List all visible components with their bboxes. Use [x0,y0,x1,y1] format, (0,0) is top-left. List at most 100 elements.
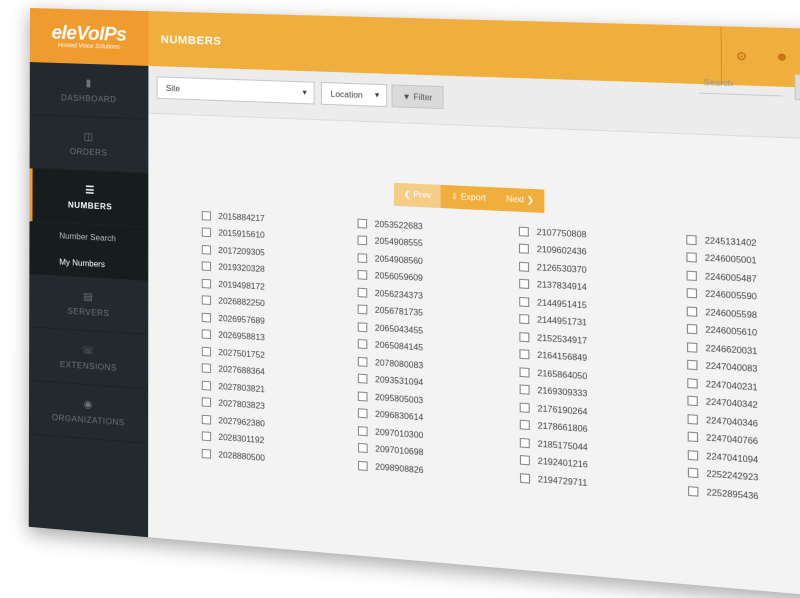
number-checkbox[interactable] [686,253,696,263]
page-title: NUMBERS [161,34,222,48]
number-checkbox[interactable] [357,236,367,246]
number-checkbox[interactable] [358,305,368,315]
number-checkbox[interactable] [202,211,211,221]
number-checkbox[interactable] [519,244,529,254]
number-checkbox[interactable] [202,397,211,407]
number-checkbox[interactable] [519,314,529,324]
number-checkbox[interactable] [358,374,368,384]
number-label: 2252895436 [707,487,759,501]
number-checkbox[interactable] [202,279,211,289]
prev-button[interactable]: ❮ Prev [394,183,441,208]
number-checkbox[interactable] [202,432,211,442]
number-checkbox[interactable] [202,312,211,322]
cart-icon: ◫ [84,131,94,143]
sidebar-item-extensions[interactable]: ☏ EXTENSIONS [29,327,148,389]
number-checkbox[interactable] [687,306,697,316]
sidebar-item-orders[interactable]: ◫ ORDERS [30,115,149,174]
number-checkbox[interactable] [519,261,529,271]
number-checkbox[interactable] [358,443,368,453]
number-checkbox[interactable] [358,287,368,297]
number-checkbox[interactable] [202,228,211,238]
server-icon: ▤ [83,291,93,303]
number-label: 2252242923 [706,469,758,483]
number-checkbox[interactable] [358,322,368,332]
number-label: 2097010698 [375,444,423,457]
export-button[interactable]: ⇩ Export [441,185,496,211]
sidebar-item-label: EXTENSIONS [60,359,117,372]
number-checkbox[interactable] [358,409,368,419]
number-label: 2027501752 [218,348,265,360]
number-checkbox[interactable] [202,329,211,339]
number-label: 2185175044 [538,439,588,452]
number-checkbox[interactable] [688,432,698,443]
number-label: 2017209305 [218,246,264,258]
site-select[interactable]: Site ▼ [157,76,315,104]
number-checkbox[interactable] [358,357,368,367]
number-checkbox[interactable] [358,426,368,436]
number-checkbox[interactable] [358,339,368,349]
number-checkbox[interactable] [688,468,698,479]
number-checkbox[interactable] [519,297,529,307]
number-checkbox[interactable] [687,324,697,334]
gear-icon[interactable]: ⚙ [736,49,748,63]
number-label: 2107750808 [537,227,587,239]
number-checkbox[interactable] [358,253,368,263]
number-checkbox[interactable] [686,235,696,245]
number-label: 2097010300 [375,427,423,440]
number-checkbox[interactable] [688,450,698,461]
sidebar-item-label: SERVERS [67,306,109,318]
number-checkbox[interactable] [519,349,529,359]
number-label: 2015915610 [218,229,264,241]
sidebar-item-servers[interactable]: ▤ SERVERS [29,274,148,335]
number-checkbox[interactable] [520,402,530,412]
search-button[interactable]: ⚲ [794,74,800,101]
number-checkbox[interactable] [357,218,367,228]
number-checkbox[interactable] [520,438,530,448]
location-select[interactable]: Location ▼ [321,82,387,107]
number-checkbox[interactable] [688,486,698,497]
number-checkbox[interactable] [519,279,529,289]
number-checkbox[interactable] [202,414,211,424]
search-input[interactable]: Search [699,73,783,96]
number-label: 2056234373 [375,288,423,300]
number-checkbox[interactable] [687,396,697,407]
numbers-column: 2245131402 2246005001 2246005487 2246005590… [686,231,800,510]
brand-logo[interactable]: eleVoIPs Hosted Voice Solutions [30,8,149,66]
number-checkbox[interactable] [202,380,211,390]
number-checkbox[interactable] [520,455,530,465]
number-checkbox[interactable] [686,270,696,280]
number-checkbox[interactable] [202,245,211,255]
number-checkbox[interactable] [519,226,529,236]
user-icon[interactable]: ☻ [775,51,789,64]
filter-button[interactable]: ▼ Filter [391,84,443,109]
sidebar-item-dashboard[interactable]: ▮ DASHBOARD [30,62,149,120]
number-label: 2137834914 [537,280,587,292]
number-checkbox[interactable] [519,332,529,342]
number-checkbox[interactable] [687,378,697,388]
list-icon: ☰ [85,185,95,197]
number-checkbox[interactable] [202,262,211,272]
number-checkbox[interactable] [687,342,697,352]
number-label: 2096830614 [375,410,423,423]
number-checkbox[interactable] [520,420,530,430]
number-checkbox[interactable] [202,346,211,356]
number-label: 2054908560 [375,254,423,266]
number-checkbox[interactable] [202,295,211,305]
sidebar-item-numbers[interactable]: ☰ NUMBERS [29,168,148,227]
number-label: 2192401216 [538,457,588,470]
number-checkbox[interactable] [519,367,529,377]
number-checkbox[interactable] [520,473,530,483]
next-button[interactable]: Next ❯ [496,187,544,213]
sidebar-item-organizations[interactable]: ◉ ORGANIZATIONS [29,381,148,444]
number-label: 2027803821 [218,382,265,395]
number-checkbox[interactable] [358,461,368,471]
number-checkbox[interactable] [520,385,530,395]
filter-button-label: Filter [413,92,432,102]
number-checkbox[interactable] [202,363,211,373]
number-checkbox[interactable] [687,288,697,298]
number-checkbox[interactable] [687,360,697,370]
number-checkbox[interactable] [687,414,697,425]
number-checkbox[interactable] [358,270,368,280]
number-checkbox[interactable] [358,391,368,401]
number-checkbox[interactable] [202,449,211,459]
